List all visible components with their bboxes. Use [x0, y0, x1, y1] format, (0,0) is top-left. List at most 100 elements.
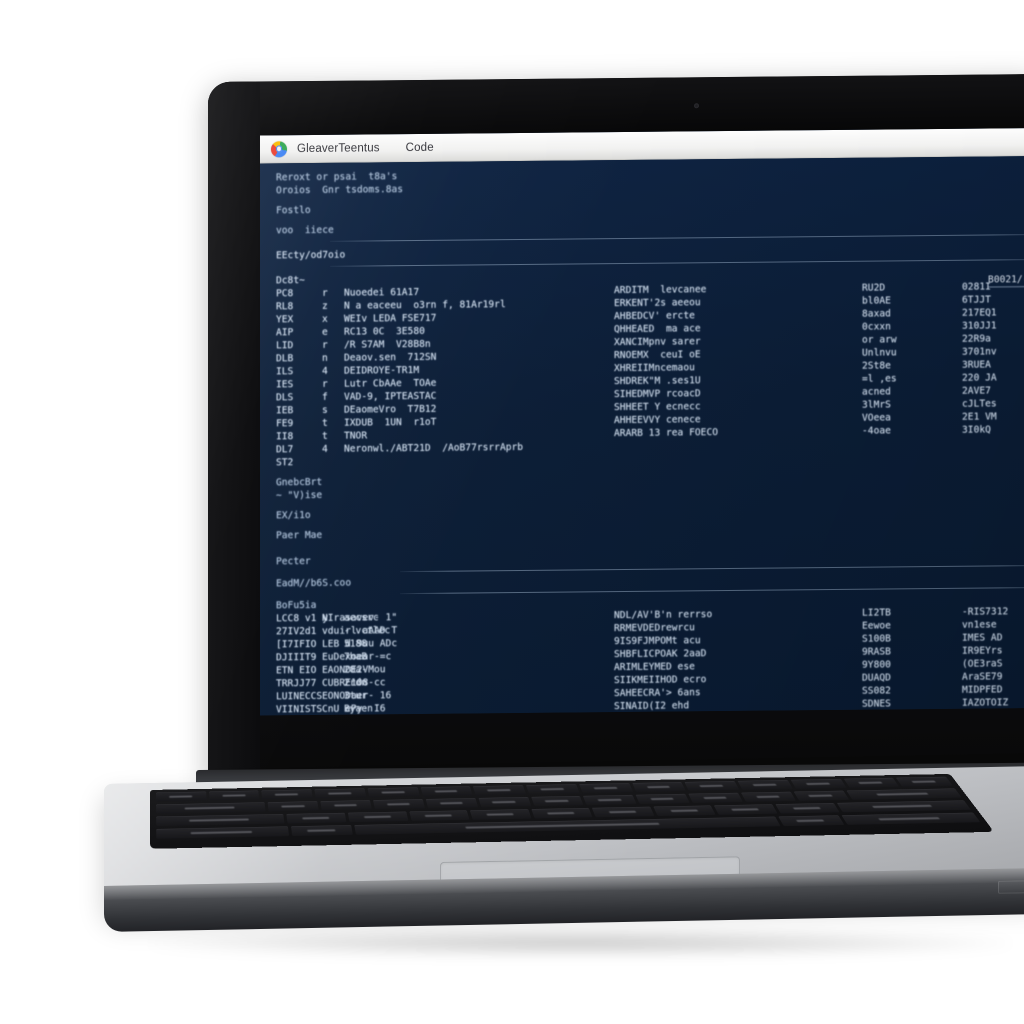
key[interactable]: [268, 801, 319, 812]
cell-col-f: 0281I: [962, 281, 991, 293]
key[interactable]: [373, 799, 425, 810]
key[interactable]: [737, 779, 793, 790]
cell-col-b: CUBRE108-cc: [322, 677, 386, 689]
cell-col-a: II8: [276, 431, 294, 443]
key[interactable]: [841, 812, 981, 825]
cell-col-f: 22R9a: [962, 333, 991, 345]
cell-col-e: RU2D: [862, 282, 886, 294]
key[interactable]: [156, 802, 266, 814]
key[interactable]: [653, 805, 716, 817]
key[interactable]: [583, 794, 637, 806]
key[interactable]: [291, 825, 354, 837]
cell-col-a: LID: [276, 340, 294, 352]
key[interactable]: [156, 791, 207, 802]
key[interactable]: [790, 778, 847, 789]
key[interactable]: [836, 800, 971, 813]
cell-col-e: 8axad: [862, 308, 891, 320]
cell-col-a: IEB: [276, 405, 294, 417]
webcam-icon: [694, 103, 699, 109]
cell-col-b: LEB d 9uu ADc: [322, 638, 398, 650]
cell-col-a: LUINECCS: [276, 690, 323, 703]
key[interactable]: [425, 798, 478, 809]
cell-col-f: cJLTes: [962, 398, 997, 410]
console-mid-line: EX/i1o: [276, 510, 311, 522]
console-output[interactable]: Reroxt or psai t8a's Oroios Gnr tsdoms.8…: [260, 155, 1024, 716]
key[interactable]: [635, 793, 690, 805]
key[interactable]: [478, 796, 531, 808]
cell-col-f: (OE3raS: [962, 658, 1003, 670]
key[interactable]: [592, 806, 655, 818]
cell-col-e: Unlnvu: [862, 347, 897, 359]
cell-col-a: PC8: [276, 288, 294, 300]
cell-col-b: NIrasavev- 1": [322, 612, 398, 624]
cell-col-a: TRRJJ77: [276, 677, 317, 690]
cell-col-a: LCC8 v1 y: [276, 612, 328, 625]
cell-col-b: x: [322, 313, 328, 325]
cell-col-b: r: [322, 287, 328, 299]
cell-col-b: 4: [322, 443, 328, 455]
cell-col-e: 9Y800: [862, 659, 891, 671]
key[interactable]: [531, 807, 593, 819]
cell-col-a: FE9: [276, 418, 294, 430]
key[interactable]: [473, 785, 527, 796]
key[interactable]: [740, 791, 796, 802]
cell-col-b: t: [322, 430, 328, 442]
key[interactable]: [530, 795, 584, 807]
screen-bezel-left: [208, 81, 260, 788]
cell-col-f: AraSE79: [962, 671, 1003, 683]
console-mid-line: Paer Mae: [276, 529, 323, 542]
data-table-top[interactable]: PC8 r Nuoedei 61A17 ARDITM levcanee RU2D…: [260, 280, 1024, 457]
key[interactable]: [578, 783, 633, 794]
key[interactable]: [347, 811, 409, 823]
app-name-label: GleaverTeentus: [297, 141, 380, 155]
console-header-line: Fostlo: [276, 205, 311, 217]
cell-col-b: e: [322, 326, 328, 338]
menu-item-code[interactable]: Code: [406, 141, 434, 153]
key[interactable]: [843, 777, 900, 788]
cell-col-a: AIP: [276, 327, 294, 339]
key[interactable]: [775, 803, 840, 814]
key[interactable]: [526, 784, 580, 795]
key[interactable]: [896, 776, 953, 787]
key[interactable]: [367, 787, 420, 798]
cell-col-e: acned: [862, 386, 891, 398]
key[interactable]: [684, 780, 740, 791]
cell-col-e: 3lMrS: [862, 399, 891, 411]
cell-col-b: f: [322, 391, 328, 403]
data-table-bottom[interactable]: LCC8 v1 y NIrasavev- 1" aecsrc NDL/AV'B'…: [260, 605, 1024, 716]
key[interactable]: [314, 788, 367, 799]
key[interactable]: [208, 790, 260, 801]
key[interactable]: [156, 814, 285, 827]
browser-window: GleaverTeentus Code Reroxt or psai t8a's…: [260, 127, 1024, 716]
cell-col-f: 217EQ1: [962, 307, 997, 319]
cell-col-f: 3I0kQ: [962, 424, 991, 436]
cell-col-e: SS082: [862, 685, 891, 697]
key[interactable]: [261, 789, 313, 800]
cell-col-b: vduirl aAAD T: [322, 625, 398, 637]
key[interactable]: [469, 809, 532, 820]
cell-col-b: 4: [322, 365, 328, 377]
key[interactable]: [845, 788, 962, 800]
cell-col-f: -RIS7312: [962, 606, 1009, 618]
cell-col-e: S100B: [862, 633, 891, 645]
cell-col-e: or arw: [862, 334, 897, 346]
key[interactable]: [688, 792, 743, 803]
cell-col-a: [I7IFIO: [276, 638, 317, 651]
key[interactable]: [777, 815, 845, 827]
key[interactable]: [408, 810, 470, 822]
key[interactable]: [320, 800, 372, 811]
key[interactable]: [631, 782, 687, 793]
cell-col-b: r: [322, 378, 328, 390]
cell-col-f: 220 JA: [962, 372, 997, 384]
key[interactable]: [156, 826, 290, 839]
cell-col-f: 2E1 VM: [962, 411, 997, 423]
key[interactable]: [793, 790, 849, 801]
key[interactable]: [420, 786, 473, 797]
cell-col-e: Eewoe: [862, 620, 891, 632]
cell-col-b: CnU ePy- I6: [322, 703, 386, 715]
key[interactable]: [286, 812, 347, 824]
cell-col-e: 9RASB: [862, 646, 891, 658]
cell-col-a: DLS: [276, 392, 294, 404]
key[interactable]: [714, 804, 778, 815]
side-port-icon: [998, 879, 1024, 894]
